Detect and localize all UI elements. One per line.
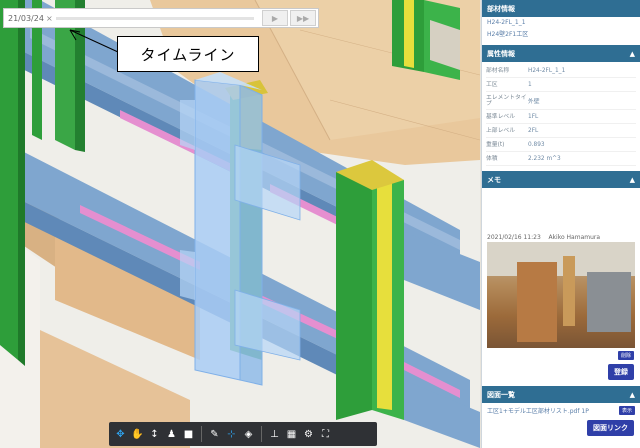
person-icon[interactable]: ♟: [163, 425, 180, 443]
camera-icon[interactable]: ■: [180, 425, 197, 443]
drawing-link-button[interactable]: 図面リンク: [587, 420, 634, 436]
toolbar-divider: [261, 426, 262, 442]
site-photo[interactable]: [487, 242, 635, 348]
collapse-caret-icon[interactable]: ▲: [630, 50, 635, 58]
play-icon[interactable]: ▶: [262, 10, 288, 26]
memo-input[interactable]: [482, 188, 640, 232]
attribute-row: 上部レベル 2FL: [486, 124, 636, 138]
timeline-callout-label: タイムライン: [117, 36, 259, 72]
grid-icon[interactable]: ▦: [283, 425, 300, 443]
gear-icon[interactable]: ⚙: [300, 425, 317, 443]
register-button[interactable]: 登録: [608, 364, 634, 380]
timeline-date: 21/03/24: [8, 13, 44, 23]
attribute-info-header[interactable]: 属性情報 ▲: [482, 45, 640, 62]
photo-structure: [517, 262, 557, 342]
member-zone: H24壁2F1工区: [487, 31, 529, 38]
model-viewport[interactable]: 21/03/24 × ▶ ▶▶ タイムライン ✥ ✋ ↕ ♟ ■ ✎ ⊹ ◈ ⊥…: [0, 0, 480, 448]
memo-meta: 2021/02/16 11:23 Akiko Hamamura: [482, 232, 640, 242]
attribute-row: エレメントタイプ 外壁: [486, 92, 636, 110]
pencil-icon[interactable]: ✎: [206, 425, 223, 443]
delete-button[interactable]: 削除: [617, 351, 634, 360]
timeline-slider[interactable]: [56, 16, 254, 20]
memo-timestamp: 2021/02/16 11:23: [487, 234, 541, 241]
fast-forward-icon[interactable]: ▶▶: [290, 10, 316, 26]
timeline-close-icon[interactable]: ×: [46, 14, 56, 23]
fullscreen-icon[interactable]: ⛶: [317, 425, 334, 443]
app-root: 21/03/24 × ▶ ▶▶ タイムライン ✥ ✋ ↕ ♟ ■ ✎ ⊹ ◈ ⊥…: [0, 0, 640, 448]
timeline-bar[interactable]: 21/03/24 × ▶ ▶▶: [3, 8, 319, 28]
photo-column: [563, 256, 575, 326]
drawing-link-row: 図面リンク: [482, 418, 640, 436]
member-name: H24-2FL_1_1: [487, 19, 526, 26]
hand-icon[interactable]: ✋: [129, 425, 146, 443]
memo-author: Akiko Hamamura: [548, 234, 601, 241]
attribute-row: 基準レベル 1FL: [486, 110, 636, 124]
attribute-list: 部材名称 H24-2FL_1_1 工区 1 エレメントタイプ 外壁 基準レベル 1FL …: [482, 62, 640, 166]
member-info-header[interactable]: 部材情報: [482, 0, 640, 17]
drawing-file-link[interactable]: 工区1+モデル工区部材リスト.pdf 1P: [487, 406, 589, 415]
collapse-caret-icon[interactable]: ▲: [630, 176, 635, 184]
attribute-row: 体積 2.232 m^3: [486, 152, 636, 166]
drawing-list-item: 工区1+モデル工区部材リスト.pdf 1P 表示: [482, 403, 640, 418]
info-panel: 部材情報 H24-2FL_1_1 H24壁2F1工区 属性情報 ▲ 部材名称 H2…: [481, 0, 640, 448]
photo-scaffold: [587, 272, 631, 332]
attribute-row: 工区 1: [486, 78, 636, 92]
collapse-caret-icon[interactable]: ▲: [630, 391, 635, 399]
attribute-row: 重量(t) 0.893: [486, 138, 636, 152]
axis-icon[interactable]: ⊹: [223, 425, 240, 443]
hierarchy-icon[interactable]: ⊥: [266, 425, 283, 443]
viewer-toolbar: ✥ ✋ ↕ ♟ ■ ✎ ⊹ ◈ ⊥ ▦ ⚙ ⛶: [109, 422, 377, 446]
cube-icon[interactable]: ◈: [240, 425, 257, 443]
photo-sky: [487, 242, 635, 276]
register-row: 登録: [482, 360, 640, 380]
delete-row: 削除: [482, 348, 640, 360]
toolbar-divider: [201, 426, 202, 442]
layers-icon[interactable]: ✥: [112, 425, 129, 443]
show-button[interactable]: 表示: [618, 406, 635, 415]
memo-header[interactable]: メモ ▲: [482, 171, 640, 188]
drawings-header[interactable]: 図面一覧 ▲: [482, 386, 640, 403]
attribute-row: 部材名称 H24-2FL_1_1: [486, 64, 636, 78]
move-vertical-icon[interactable]: ↕: [146, 425, 163, 443]
